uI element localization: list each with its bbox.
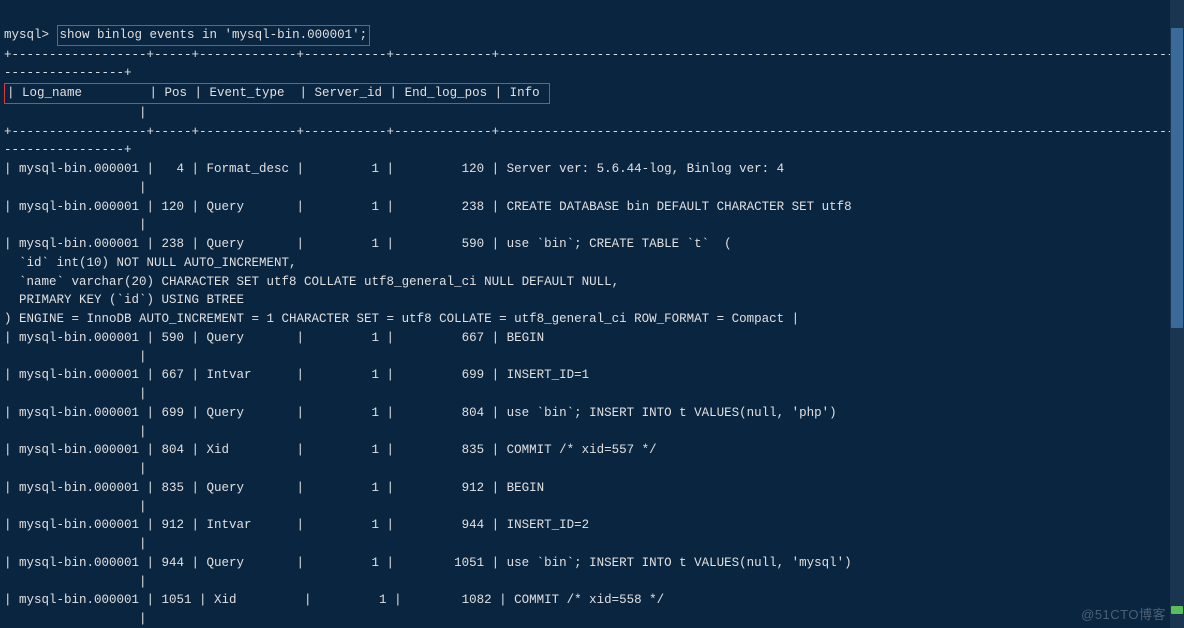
table-border-top: +------------------+-----+-------------+… bbox=[4, 48, 1184, 62]
terminal-output: mysql> show binlog events in 'mysql-bin.… bbox=[0, 0, 1184, 628]
table-border-top-tail: ----------------+ bbox=[4, 66, 132, 80]
mysql-prompt: mysql> bbox=[4, 28, 49, 42]
sql-command-highlight: show binlog events in 'mysql-bin.000001'… bbox=[57, 25, 371, 46]
watermark-text: @51CTO博客 bbox=[1081, 605, 1166, 625]
table-header-tail: | bbox=[4, 106, 147, 120]
table-border-mid: +------------------+-----+-------------+… bbox=[4, 125, 1184, 139]
scrollbar-thumb[interactable] bbox=[1171, 28, 1183, 328]
table-rows: | mysql-bin.000001 | 4 | Format_desc | 1… bbox=[4, 160, 1180, 628]
table-border-mid-tail: ----------------+ bbox=[4, 143, 132, 157]
scrollbar-track[interactable] bbox=[1170, 0, 1184, 628]
table-header-highlight: | Log_name | Pos | Event_type | Server_i… bbox=[4, 83, 550, 104]
scrollbar-end-indicator bbox=[1171, 606, 1183, 614]
